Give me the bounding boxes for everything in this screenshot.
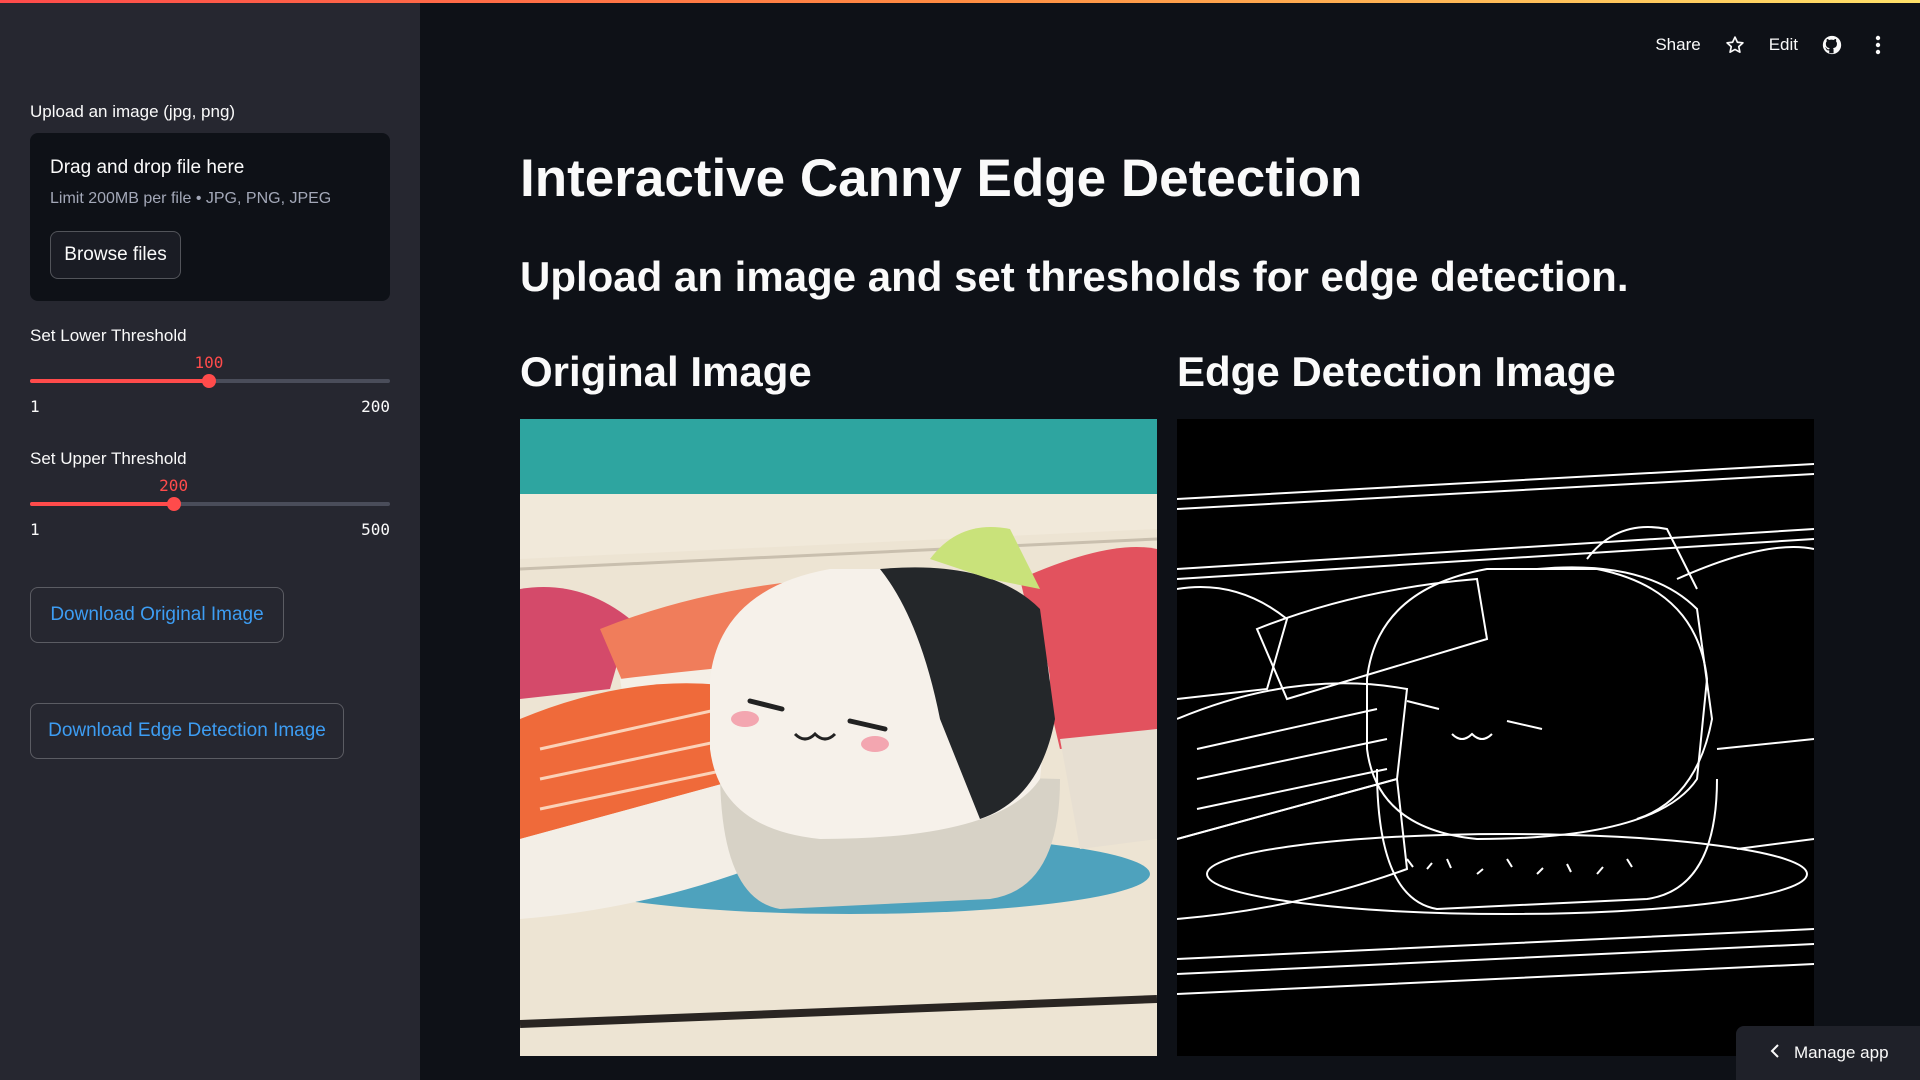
lower-threshold-label: Set Lower Threshold	[30, 326, 187, 345]
slider-max: 200	[361, 397, 390, 416]
slider-fill	[30, 502, 174, 506]
page-subtitle: Upload an image and set thresholds for e…	[520, 253, 1629, 300]
page-title: Interactive Canny Edge Detection	[520, 149, 1363, 208]
upper-threshold-value: 200	[159, 476, 189, 495]
slider-thumb[interactable]	[201, 374, 216, 388]
download-original-button[interactable]: Download Original Image	[30, 587, 284, 643]
lower-threshold-slider[interactable]: 100 1 200	[30, 353, 390, 416]
share-button[interactable]: Share	[1655, 35, 1700, 55]
slider-min: 1	[30, 520, 40, 539]
download-edges-button[interactable]: Download Edge Detection Image	[30, 703, 344, 759]
header-decoration	[0, 0, 1920, 3]
browse-files-button[interactable]: Browse files	[50, 231, 181, 279]
file-dropzone[interactable]: Drag and drop file here Limit 200MB per …	[30, 133, 390, 301]
edge-detection-image	[1177, 419, 1814, 1056]
more-vertical-icon[interactable]	[1866, 33, 1890, 57]
slider-min: 1	[30, 397, 40, 416]
edit-button[interactable]: Edit	[1769, 35, 1798, 55]
app-toolbar: Share Edit	[1655, 30, 1890, 60]
github-icon[interactable]	[1820, 33, 1844, 57]
dropzone-limit-text: Limit 200MB per file • JPG, PNG, JPEG	[50, 190, 332, 207]
slider-max: 500	[361, 520, 390, 539]
dropzone-title: Drag and drop file here	[50, 157, 245, 178]
original-image-heading: Original Image	[520, 348, 812, 395]
upper-threshold-slider[interactable]: 200 1 500	[30, 476, 390, 539]
manage-app-button[interactable]: Manage app	[1736, 1026, 1920, 1080]
chevron-left-icon	[1770, 1043, 1780, 1064]
original-image	[520, 419, 1157, 1056]
manage-app-label: Manage app	[1794, 1043, 1889, 1062]
sidebar: Upload an image (jpg, png) Drag and drop…	[0, 0, 420, 1080]
slider-fill	[30, 379, 209, 383]
upper-threshold-label: Set Upper Threshold	[30, 449, 187, 468]
star-icon[interactable]	[1723, 33, 1747, 57]
lower-threshold-value: 100	[194, 353, 224, 372]
upload-label: Upload an image (jpg, png)	[30, 102, 236, 121]
edge-image-heading: Edge Detection Image	[1177, 348, 1616, 395]
slider-thumb[interactable]	[166, 497, 181, 511]
